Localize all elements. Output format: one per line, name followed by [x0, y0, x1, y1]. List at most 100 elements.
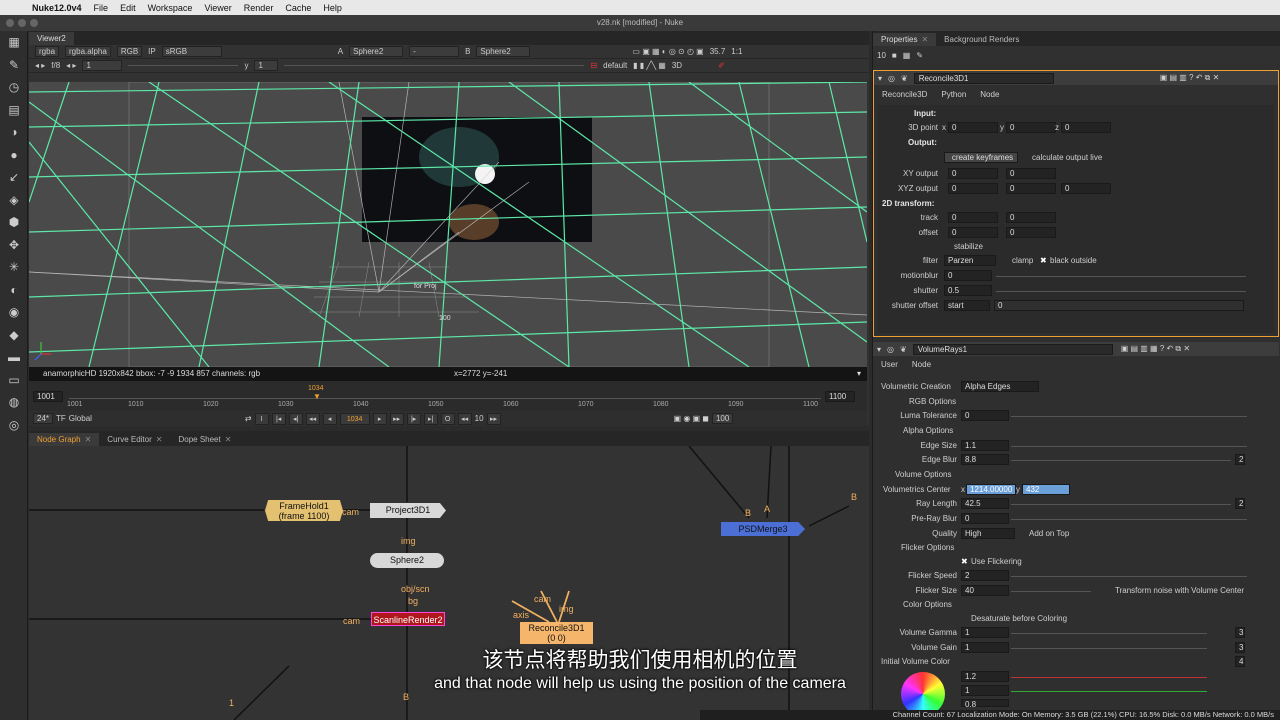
offset-x[interactable]: 0	[948, 227, 998, 238]
in-point-button[interactable]: I	[254, 412, 269, 425]
tab-dope-sheet[interactable]: Dope Sheet ✕	[170, 433, 239, 446]
luma-tolerance-field[interactable]: 0	[961, 410, 1009, 421]
operation-dropdown[interactable]: -	[409, 46, 460, 57]
zoom-window-button[interactable]	[30, 19, 38, 27]
node-framehold1[interactable]: FrameHold1 (frame 1100)	[265, 500, 343, 521]
ray-length-channels[interactable]: 2	[1235, 498, 1245, 509]
offset-y[interactable]: 0	[1006, 227, 1056, 238]
timeline[interactable]: 1001 1001 1010 1020 1030 1040 1050 1060 …	[29, 381, 867, 411]
pick-icon[interactable]: ✐	[718, 61, 725, 70]
mode-dropdown[interactable]: 3D	[672, 61, 682, 70]
collapse-icon[interactable]: ▾	[877, 345, 881, 354]
proxy-ratio[interactable]: 1:1	[731, 47, 742, 56]
tab-properties[interactable]: Properties ✕	[873, 33, 937, 46]
sync-icon[interactable]: ⇄	[245, 414, 252, 423]
tab-python[interactable]: Python	[941, 90, 966, 99]
pre-ray-blur-slider[interactable]	[1011, 519, 1247, 520]
calculate-output-live-checkbox[interactable]: calculate output live	[1032, 151, 1102, 164]
reconcile3d-name-field[interactable]: Reconcile3D1	[913, 72, 1054, 84]
initial-color-b[interactable]: 0.8	[961, 699, 1009, 709]
out-point-button[interactable]: O	[440, 412, 455, 425]
deep-icon[interactable]: ◐	[0, 279, 28, 302]
ray-length-field[interactable]: 42.5	[961, 498, 1009, 509]
next-step-icon[interactable]: ▸▸	[389, 412, 404, 425]
volumetric-creation-dropdown[interactable]: Alpha Edges	[961, 381, 1039, 392]
shutter-slider[interactable]	[996, 291, 1246, 292]
skip-forward-icon[interactable]: ▸▸	[486, 412, 501, 425]
tab-viewer2[interactable]: Viewer2	[29, 32, 74, 45]
menu-render[interactable]: Render	[238, 3, 280, 13]
max-panels-field[interactable]: 10	[877, 51, 886, 60]
menu-edit[interactable]: Edit	[114, 3, 142, 13]
create-keyframes-button[interactable]: create keyframes	[944, 152, 1018, 163]
node-reconcile3d1[interactable]: Reconcile3D1 (0 0)	[520, 622, 593, 644]
next-key-icon[interactable]: |▸	[406, 412, 421, 425]
keyer-icon[interactable]: ↙	[0, 166, 28, 189]
xy-output-y[interactable]: 0	[1006, 168, 1056, 179]
viewer-tools-icon[interactable]: ▮ ▮ ╱╲ ▦	[633, 61, 666, 70]
input-b-dropdown[interactable]: Sphere2	[476, 46, 531, 57]
desaturate-checkbox[interactable]: Desaturate before Coloring	[971, 612, 1067, 625]
prev-key-icon[interactable]: ◂|	[288, 412, 303, 425]
view-node-icon[interactable]: ◎	[888, 74, 895, 83]
input-a-dropdown[interactable]: Sphere2	[349, 46, 404, 57]
tab-user[interactable]: User	[881, 360, 898, 369]
volumetrics-center-y[interactable]: 432	[1022, 484, 1070, 495]
close-window-button[interactable]	[6, 19, 14, 27]
edge-size-slider[interactable]	[1011, 446, 1247, 447]
tf-dropdown[interactable]: TF	[56, 414, 66, 423]
node-scanlinerender2[interactable]: ScanlineRender2	[371, 612, 445, 626]
xyz-output-x[interactable]: 0	[948, 183, 998, 194]
play-back-icon[interactable]: ◂	[322, 412, 337, 425]
xy-output-x[interactable]: 0	[948, 168, 998, 179]
track-x[interactable]: 0	[948, 212, 998, 223]
filter-dropdown[interactable]: Parzen	[944, 255, 996, 266]
menu-viewer[interactable]: Viewer	[198, 3, 237, 13]
motionblur-slider[interactable]	[996, 276, 1246, 277]
quality-dropdown[interactable]: High	[961, 528, 1015, 539]
tree-icon[interactable]: ❦	[900, 345, 907, 354]
flicker-size-field[interactable]: 40	[961, 585, 1009, 596]
colorspace-dropdown[interactable]: sRGB	[161, 46, 222, 57]
volume-gamma-channels[interactable]: 3	[1235, 627, 1245, 638]
menu-app[interactable]: Nuke12.0v4	[26, 3, 88, 13]
first-frame-icon[interactable]: |◂	[271, 412, 286, 425]
rgb-dropdown[interactable]: RGB	[116, 46, 143, 57]
skip-icon[interactable]: ◂◂	[457, 412, 472, 425]
frame-arrows-icon[interactable]: ◂ ▸	[35, 61, 45, 70]
end-frame-field[interactable]: 1100	[825, 391, 855, 402]
pre-ray-blur-field[interactable]: 0	[961, 513, 1009, 524]
zoom-value[interactable]: 35.7	[710, 47, 726, 56]
view-dropdown[interactable]: default	[603, 61, 627, 70]
tab-node[interactable]: Node	[912, 360, 931, 369]
tab-node[interactable]: Node	[980, 90, 999, 99]
prev-step-icon[interactable]: ◂◂	[305, 412, 320, 425]
tab-curve-editor[interactable]: Curve Editor ✕	[99, 433, 170, 446]
volumerays-name-field[interactable]: VolumeRays1	[912, 343, 1113, 355]
track-y[interactable]: 0	[1006, 212, 1056, 223]
3d-viewport[interactable]: for Proj 100	[29, 82, 867, 367]
edge-blur-slider[interactable]	[1011, 460, 1231, 461]
fps-dropdown[interactable]: 24*	[33, 413, 54, 424]
tree-icon[interactable]: ❦	[901, 74, 908, 83]
furnace-icon[interactable]: ◍	[0, 391, 28, 414]
fstop-value[interactable]: f/8	[51, 61, 60, 70]
clear-icon[interactable]: ▦	[903, 51, 911, 60]
volume-gamma-slider[interactable]	[1011, 633, 1207, 634]
toolsets-icon[interactable]: ▬	[0, 346, 28, 369]
node-sphere2[interactable]: Sphere2	[370, 553, 444, 568]
loop-icons[interactable]: ▣ ◉ ▣ ◼	[674, 414, 709, 423]
color-icon[interactable]: ◑	[0, 121, 28, 144]
clip-icon[interactable]: ⊟	[590, 61, 597, 70]
clamp-checkbox[interactable]: clamp	[1012, 254, 1033, 267]
node-project3d1[interactable]: Project3D1	[370, 503, 446, 518]
shutter-field[interactable]: 0.5	[944, 285, 992, 296]
gain-slider[interactable]	[128, 65, 239, 66]
edge-size-field[interactable]: 1.1	[961, 440, 1009, 451]
gamma-slider[interactable]	[284, 65, 585, 66]
last-frame-icon[interactable]: ▸|	[423, 412, 438, 425]
channels-dropdown[interactable]: rgba	[35, 46, 60, 57]
pencil-icon[interactable]: ✎	[916, 51, 923, 60]
black-outside-checkbox[interactable]: black outside	[1050, 254, 1097, 267]
tab-reconcile3d[interactable]: Reconcile3D	[882, 90, 927, 99]
